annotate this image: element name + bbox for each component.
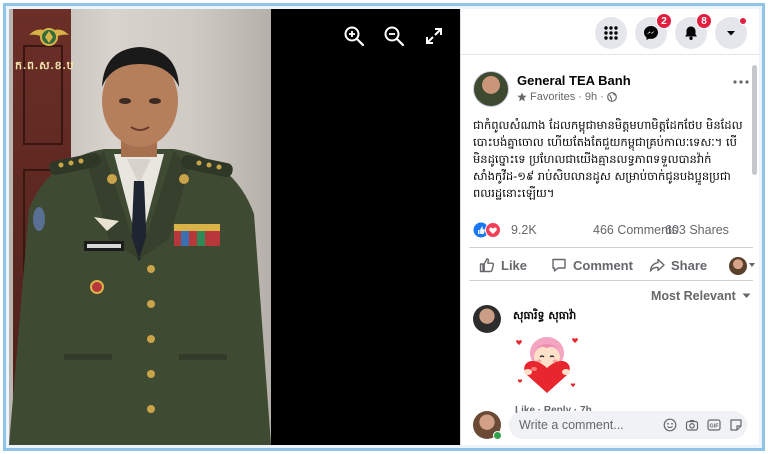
share-label: Share [671, 257, 708, 273]
messenger-icon [644, 26, 658, 40]
zoom-out-icon[interactable] [383, 25, 405, 47]
heart-hug-sticker[interactable] [513, 331, 581, 399]
svg-text:GIF: GIF [709, 424, 719, 430]
like-button[interactable]: Like [479, 254, 527, 276]
meta-separator: · [578, 91, 582, 103]
facebook-photo-view: ក.ព.ស.ខ.ប 2 8 General TEA Banh Favorites… [9, 9, 759, 445]
chevron-down-icon[interactable] [749, 263, 755, 267]
post-text: ជាកំពូលសំណាង ដែលកម្ពុជាមានមិត្តមហាមិត្តដ… [473, 118, 743, 200]
account-alert-dot [739, 17, 747, 25]
notifications-badge: 8 [696, 13, 712, 29]
post-panel: 2 8 General TEA Banh Favorites · 9h · ជា… [460, 9, 759, 445]
commenter-avatar[interactable] [473, 305, 501, 333]
audience-label[interactable]: Favorites [530, 91, 575, 103]
share-button[interactable]: Share [649, 254, 707, 276]
comment-composer: GIF [473, 409, 749, 441]
meta-separator: · [600, 91, 604, 103]
reactions-count[interactable]: 9.2K [511, 223, 537, 237]
menu-button[interactable] [595, 17, 627, 49]
commenter-name[interactable]: សុធារិទ្ធ សុធាវ៉ា [513, 309, 576, 325]
notifications-button[interactable]: 8 [675, 13, 712, 49]
gif-icon[interactable]: GIF [707, 418, 721, 432]
account-dropdown-icon [727, 31, 735, 36]
emblem-caption: ក.ព.ស.ខ.ប [15, 60, 75, 72]
post-time[interactable]: 9h [585, 91, 597, 103]
share-arrow-icon [649, 258, 665, 272]
messenger-badge: 2 [656, 13, 672, 29]
notifications-icon [685, 26, 697, 40]
author-avatar[interactable] [473, 71, 509, 107]
camera-icon[interactable] [685, 418, 699, 432]
post-photo[interactable]: ក.ព.ស.ខ.ប [9, 9, 271, 445]
composer-tools: GIF [663, 418, 743, 432]
comment-sort-dropdown[interactable]: Most Relevant [651, 289, 751, 303]
author-name[interactable]: General TEA Banh [517, 73, 631, 88]
top-navigation: 2 8 [461, 9, 759, 55]
post-action-bar: Like Comment Share [469, 247, 755, 281]
online-status-dot [493, 431, 502, 440]
more-options-icon[interactable] [733, 79, 749, 85]
post-meta: Favorites · 9h · [517, 91, 617, 103]
messenger-button[interactable]: 2 [635, 13, 672, 49]
photo-viewer[interactable]: ក.ព.ស.ខ.ប [9, 9, 460, 445]
comment-label: Comment [573, 257, 633, 273]
zoom-in-icon[interactable] [343, 25, 365, 47]
emoji-icon[interactable] [663, 418, 677, 432]
favorites-star-icon [517, 92, 527, 102]
reactions-summary: 9.2K 466 Comments 603 Shares [473, 219, 753, 241]
comment-bubble-icon [552, 258, 566, 272]
shares-count[interactable]: 603 Shares [665, 223, 729, 237]
menu-grid-icon [604, 26, 618, 40]
chevron-down-icon [742, 293, 751, 298]
post-header: General TEA Banh Favorites · 9h · [473, 71, 753, 111]
globe-icon [606, 92, 617, 102]
like-label: Like [501, 257, 528, 273]
comment-item: សុធារិទ្ធ សុធាវ៉ា Like · Reply · 7h [473, 305, 753, 415]
account-button[interactable] [715, 17, 747, 49]
sort-label: Most Relevant [651, 289, 736, 303]
fullscreen-icon[interactable] [423, 25, 445, 47]
sticker-icon[interactable] [729, 418, 743, 432]
reaction-icons[interactable] [473, 222, 503, 238]
military-emblem-icon [29, 28, 69, 46]
like-thumb-icon [479, 258, 495, 273]
comment-button[interactable]: Comment [551, 254, 633, 276]
post-as-avatar[interactable] [729, 257, 747, 275]
